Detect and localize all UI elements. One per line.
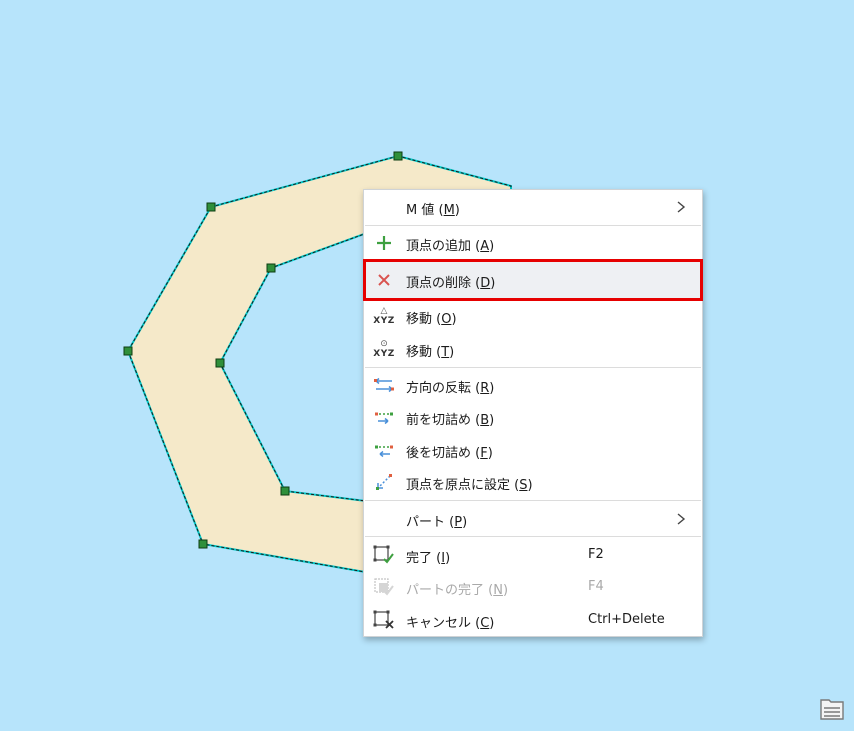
vertex-handle[interactable]: [206, 202, 216, 212]
finish-part-icon: [372, 575, 396, 599]
menu-separator: [365, 536, 701, 537]
x-delete-icon: [372, 268, 396, 292]
shortcut-label: F4: [588, 579, 604, 594]
vertex-context-menu: M 値 (M) 頂点の追加 (A) 頂点の削除 (D) △ XYZ 移動 (O) …: [363, 189, 703, 637]
cancel-icon: [372, 608, 396, 632]
menu-item-delete-vertex[interactable]: 頂点の削除 (D): [363, 259, 703, 301]
menu-separator: [365, 367, 701, 368]
vertex-handle[interactable]: [123, 346, 133, 356]
set-origin-icon: [372, 470, 396, 494]
menu-item-m-value[interactable]: M 値 (M): [364, 192, 702, 222]
finish-icon: [372, 543, 396, 567]
shortcut-label: Ctrl+Delete: [588, 612, 665, 627]
vertex-handle[interactable]: [198, 539, 208, 549]
menu-separator: [365, 225, 701, 226]
xyz-move-icon: △ XYZ: [373, 305, 395, 326]
shortcut-label: F2: [588, 547, 604, 562]
chevron-right-icon: [677, 513, 686, 525]
vertex-handle[interactable]: [215, 358, 225, 368]
trim-before-icon: [372, 405, 396, 429]
menu-item-move-o[interactable]: △ XYZ 移動 (O): [364, 301, 702, 331]
trim-after-icon: [372, 438, 396, 462]
menu-item-finish-part[interactable]: パートの完了 (N) F4: [364, 572, 702, 602]
chevron-right-icon: [677, 201, 686, 213]
menu-item-trim-after[interactable]: 後を切詰め (F): [364, 435, 702, 465]
menu-item-trim-before[interactable]: 前を切詰め (B): [364, 402, 702, 432]
xyz-target-icon: ⊙ XYZ: [373, 338, 395, 359]
menu-item-cancel[interactable]: キャンセル (C) Ctrl+Delete: [364, 605, 702, 635]
table-icon[interactable]: [818, 696, 846, 722]
reverse-direction-icon: [372, 373, 396, 397]
vertex-handle[interactable]: [266, 263, 276, 273]
menu-item-finish[interactable]: 完了 (I) F2: [364, 540, 702, 570]
menu-item-part[interactable]: パート (P): [364, 504, 702, 534]
menu-item-add-vertex[interactable]: 頂点の追加 (A): [364, 228, 702, 258]
menu-separator: [365, 500, 701, 501]
vertex-handle[interactable]: [280, 486, 290, 496]
menu-item-set-origin[interactable]: 頂点を原点に設定 (S): [364, 467, 702, 497]
vertex-handle[interactable]: [393, 151, 403, 161]
menu-item-move-t[interactable]: ⊙ XYZ 移動 (T): [364, 334, 702, 364]
menu-item-reverse-direction[interactable]: 方向の反転 (R): [364, 370, 702, 400]
plus-icon: [372, 231, 396, 255]
